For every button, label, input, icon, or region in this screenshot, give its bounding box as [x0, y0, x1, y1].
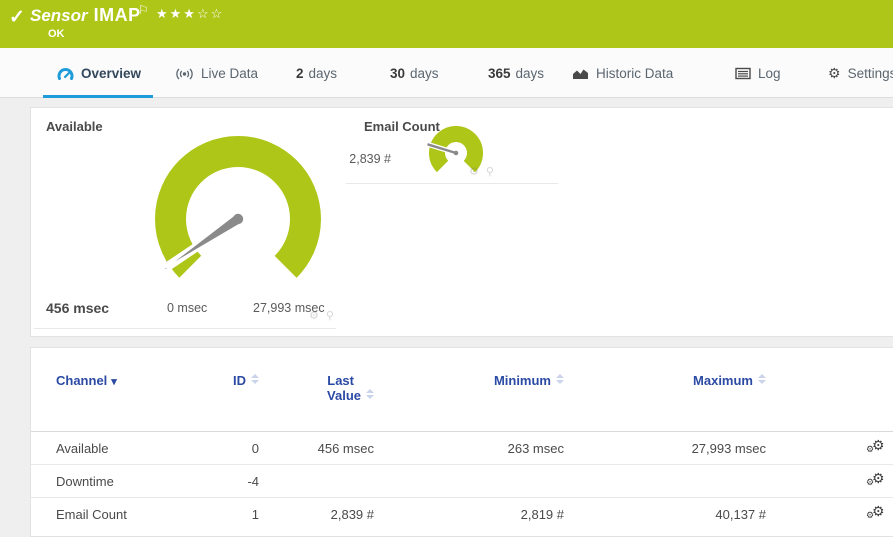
channel-name: Email Count [56, 506, 127, 522]
tab-overview[interactable]: Overview [43, 48, 154, 98]
tab-label: Log [758, 65, 781, 81]
col-header-last-value[interactable]: Last Value [259, 373, 374, 403]
channel-sort-dropdown-icon[interactable]: ▾ [111, 376, 117, 388]
sort-icon[interactable] [556, 374, 564, 384]
tab-label: days [515, 65, 545, 81]
primary-gauge-min-label: 0 msec [167, 301, 208, 315]
tab-label: Live Data [201, 65, 259, 81]
mini-gauge-tools-icons[interactable]: ⚙ ⚲ [469, 165, 496, 178]
sort-icon[interactable] [366, 389, 374, 399]
table-row: Email Count 1 2,839 # 2,819 # 40,137 # ⚙… [31, 497, 893, 530]
histogram-icon [572, 67, 589, 80]
primary-gauge-value: 456 msec [46, 300, 110, 316]
mini-gauge-value: 2,839 # [349, 152, 391, 166]
channel-name: Downtime [56, 473, 114, 489]
col-header-channel[interactable]: Channel ▾ [56, 373, 219, 388]
status-badge: OK [48, 28, 65, 40]
tab-live-data[interactable]: Live Data [175, 48, 258, 98]
favorite-flag-icon[interactable]: ⚐ [138, 3, 149, 17]
priority-stars[interactable]: ★★★☆☆ [156, 6, 224, 22]
tab-label: Settings [847, 65, 893, 81]
ok-check-icon: ✓ [9, 7, 25, 28]
sensor-status-header: ✓ Sensor IMAP ⚐ ★★★☆☆ OK [0, 0, 893, 48]
log-list-icon [735, 67, 751, 80]
channel-table-body: Available 0 456 msec 263 msec 27,993 mse… [31, 431, 893, 530]
live-data-icon [175, 67, 194, 80]
channels-table-panel: Channel ▾ ID Last Value Minimum Maximum A… [30, 347, 893, 537]
sensor-title-prefix: Sensor [30, 6, 88, 25]
channel-minimum: 263 msec [507, 440, 564, 456]
primary-gauge-tools-icons[interactable]: ⚙ ⚲ [309, 309, 336, 322]
primary-gauge-cell-divider [34, 328, 336, 329]
tab-30-days[interactable]: 30 days [390, 48, 439, 98]
sensor-title: Sensor IMAP [30, 5, 141, 26]
channel-settings-gears-icon[interactable]: ⚙ ⚙ [866, 470, 886, 488]
channel-maximum: 27,993 msec [691, 440, 766, 456]
col-header-maximum[interactable]: Maximum [564, 373, 766, 388]
channel-minimum: 2,819 # [520, 506, 564, 522]
table-row: Available 0 456 msec 263 msec 27,993 mse… [31, 431, 893, 464]
channel-id: 0 [251, 440, 259, 456]
tab-label: Historic Data [596, 65, 674, 81]
tab-settings[interactable]: ⚙ Settings [828, 48, 893, 98]
sensor-tab-bar: Overview Live Data 2 days 30 days 365 da… [0, 48, 893, 98]
table-row: Downtime -4 ⚙ ⚙ [31, 464, 893, 497]
sensor-name: IMAP [93, 5, 141, 25]
gear-icon: ⚙ [828, 64, 841, 81]
channel-last-value: 2,839 # [330, 506, 374, 522]
channel-id: -4 [247, 473, 259, 489]
tab-2-days[interactable]: 2 days [296, 48, 337, 98]
tab-365-days[interactable]: 365 days [488, 48, 544, 98]
tab-number: 2 [296, 65, 304, 81]
primary-gauge[interactable]: x̄ [138, 126, 338, 306]
col-header-id[interactable]: ID [219, 373, 259, 388]
tab-historic-data[interactable]: Historic Data [572, 48, 673, 98]
mini-gauge-cell-divider [346, 183, 558, 184]
channel-name: Available [56, 440, 109, 456]
active-tab-underline [43, 95, 154, 98]
channel-last-value: 456 msec [317, 440, 374, 456]
primary-gauge-label: Available [46, 119, 103, 134]
sort-icon[interactable] [251, 374, 259, 384]
channel-settings-gears-icon[interactable]: ⚙ ⚙ [866, 503, 886, 521]
gauge-icon [57, 66, 74, 80]
channel-settings-gears-icon[interactable]: ⚙ ⚙ [866, 437, 886, 455]
col-header-minimum[interactable]: Minimum [374, 373, 564, 388]
channel-id: 1 [251, 506, 259, 522]
tab-label: days [308, 65, 338, 81]
sort-icon[interactable] [758, 374, 766, 384]
tab-label: Overview [81, 65, 142, 81]
tab-label: days [410, 65, 439, 81]
channel-table-header: Channel ▾ ID Last Value Minimum Maximum [31, 348, 893, 431]
tab-log[interactable]: Log [735, 48, 781, 98]
channel-maximum: 40,137 # [715, 506, 766, 522]
gauges-panel: Available x̄ 456 msec 0 msec 27,993 msec… [30, 107, 893, 337]
tab-number: 365 [488, 65, 511, 81]
tab-number: 30 [390, 65, 406, 81]
